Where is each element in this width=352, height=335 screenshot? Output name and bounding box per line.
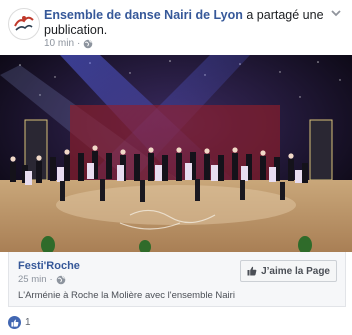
nairi-logo-icon xyxy=(10,10,38,38)
shared-post-description: L'Arménie à Roche la Molière avec l'ense… xyxy=(18,290,235,301)
page-name-link[interactable]: Ensemble de danse Nairi de Lyon xyxy=(44,8,243,22)
shared-page-link[interactable]: Festi'Roche xyxy=(18,260,80,272)
like-reaction-icon[interactable] xyxy=(8,316,21,329)
globe-icon xyxy=(84,39,93,48)
thumbs-up-icon xyxy=(247,266,257,276)
page-avatar[interactable] xyxy=(8,8,40,40)
post-header-text: Ensemble de danse Nairi de Lyon a partag… xyxy=(44,8,324,38)
like-page-button[interactable]: J’aime la Page xyxy=(240,260,337,282)
post-photo[interactable] xyxy=(0,55,352,252)
post-header: Ensemble de danse Nairi de Lyon a partag… xyxy=(0,0,352,52)
dance-stage-photo xyxy=(0,55,352,252)
post-timestamp[interactable]: 10 min xyxy=(44,38,74,49)
like-page-label: J’aime la Page xyxy=(261,265,330,277)
globe-icon xyxy=(56,275,65,284)
shared-post-timestamp[interactable]: 25 min xyxy=(18,274,47,285)
chevron-down-icon[interactable] xyxy=(330,8,342,18)
post-meta: 10 min · xyxy=(44,38,93,49)
feed-post: Ensemble de danse Nairi de Lyon a partag… xyxy=(0,0,352,335)
shared-post-attachment[interactable]: Festi'Roche 25 min · J’aime la Page L'Ar… xyxy=(8,252,346,307)
shared-post-meta: 25 min · xyxy=(18,274,66,285)
reaction-bar: 1 xyxy=(8,316,31,329)
thumbs-up-icon xyxy=(10,319,18,327)
reaction-count[interactable]: 1 xyxy=(25,317,31,328)
